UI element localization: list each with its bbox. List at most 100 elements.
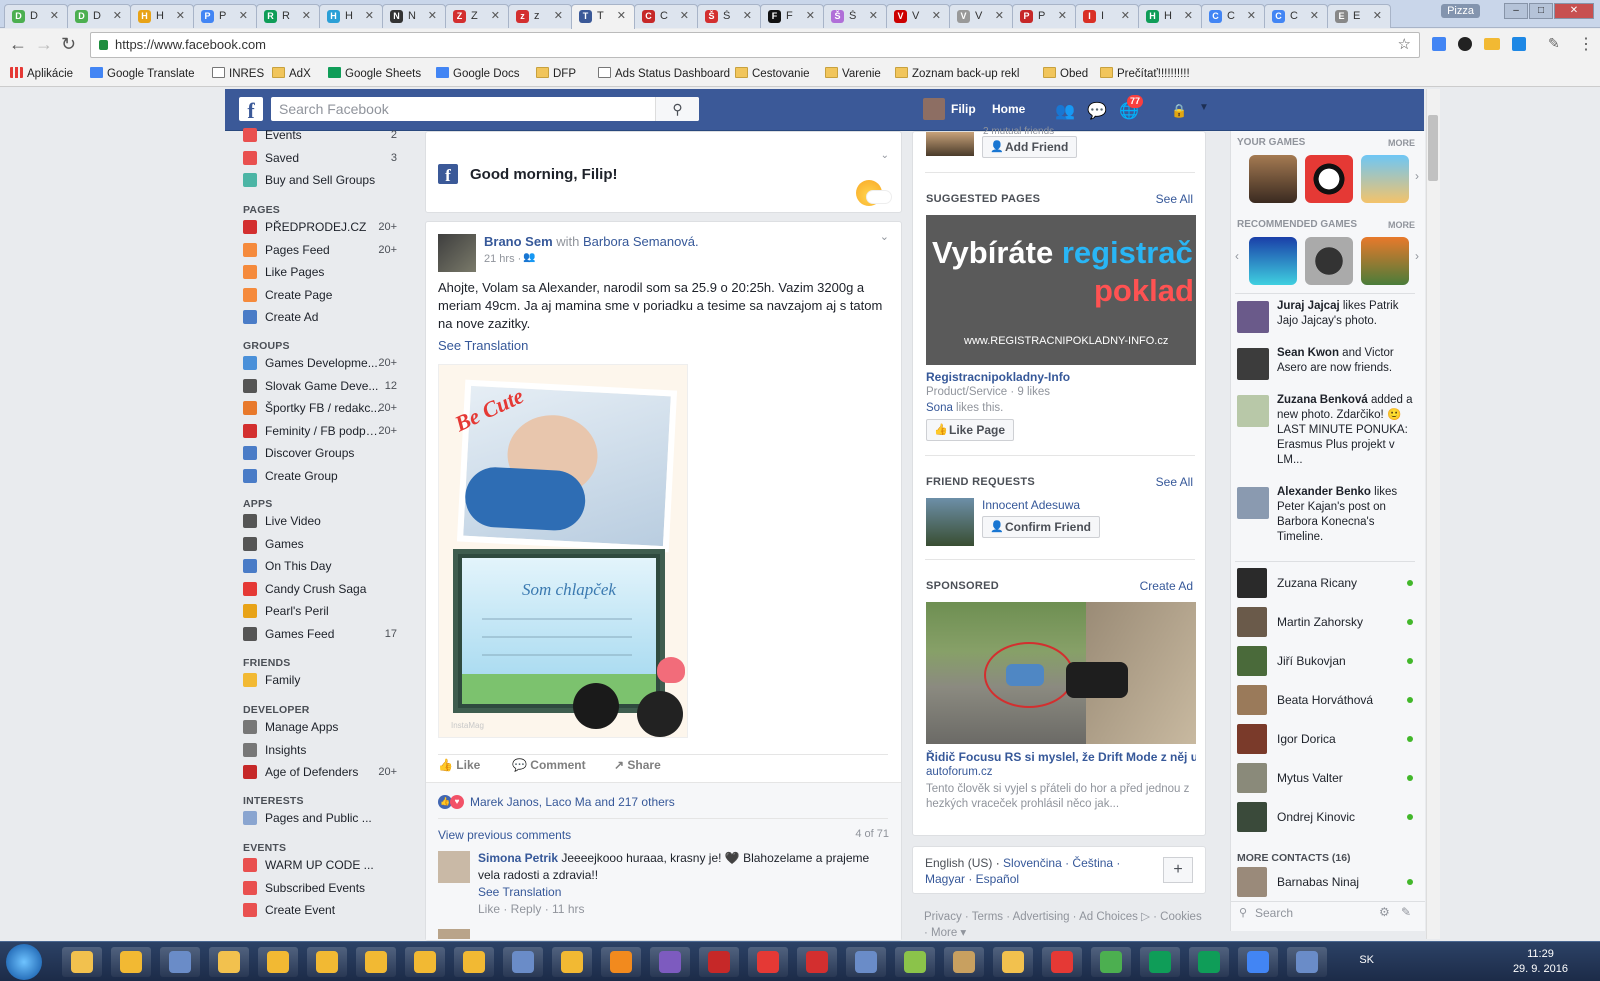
game-icon[interactable]: [1305, 237, 1353, 285]
taskbar-button[interactable]: [454, 947, 494, 977]
browser-tab[interactable]: D D ✕: [4, 4, 68, 28]
address-bar[interactable]: https://www.facebook.com ☆: [90, 32, 1420, 58]
game-icon[interactable]: [1249, 237, 1297, 285]
reload-icon[interactable]: ↻: [61, 35, 76, 53]
bookmark-item[interactable]: Varenie: [825, 67, 881, 80]
nav-item[interactable]: On This Day: [243, 556, 413, 576]
extension-icon[interactable]: [1512, 37, 1526, 51]
sponsored-ad-image[interactable]: [926, 602, 1196, 744]
browser-tab[interactable]: P P ✕: [1012, 4, 1076, 28]
browser-tab[interactable]: H H ✕: [1138, 4, 1202, 28]
browser-tab[interactable]: Š Š ✕: [697, 4, 761, 28]
avatar[interactable]: [926, 498, 974, 546]
sponsored-domain[interactable]: autoforum.cz: [926, 766, 992, 778]
bookmark-item[interactable]: Google Sheets: [328, 67, 421, 80]
taskbar-button[interactable]: [797, 947, 837, 977]
bookmark-item[interactable]: Aplikácie: [10, 67, 73, 80]
browser-tab[interactable]: H H ✕: [319, 4, 383, 28]
maximize-icon[interactable]: □: [1529, 3, 1553, 19]
close-tab-icon[interactable]: ✕: [239, 9, 248, 22]
close-tab-icon[interactable]: ✕: [1373, 9, 1382, 22]
nav-item[interactable]: Create Page: [243, 285, 413, 305]
scrollbar-thumb[interactable]: [1428, 115, 1438, 181]
nav-item[interactable]: Saved 3: [243, 148, 413, 168]
close-tab-icon[interactable]: ✕: [1184, 9, 1193, 22]
taskbar-button[interactable]: [209, 947, 249, 977]
bookmark-item[interactable]: Zoznam back-up rekl: [895, 67, 1019, 80]
nav-item[interactable]: Športky FB / redakc... 20+: [243, 398, 413, 418]
taskbar-button[interactable]: [1140, 947, 1180, 977]
taskbar-button[interactable]: [307, 947, 347, 977]
nav-item[interactable]: Like Pages: [243, 262, 413, 282]
bookmark-item[interactable]: DFP: [536, 67, 576, 80]
see-translation-link[interactable]: See Translation: [438, 338, 528, 353]
close-tab-icon[interactable]: ✕: [806, 9, 815, 22]
star-icon[interactable]: ☆: [1398, 33, 1411, 57]
nav-item[interactable]: Insights: [243, 740, 413, 760]
close-tab-icon[interactable]: ✕: [428, 9, 437, 22]
close-tab-icon[interactable]: ✕: [869, 9, 878, 22]
chat-contact[interactable]: Ondrej Kinovic: [1237, 801, 1417, 833]
avatar[interactable]: [438, 851, 470, 883]
close-tab-icon[interactable]: ✕: [995, 9, 1004, 22]
browser-tab[interactable]: C C ✕: [634, 4, 698, 28]
create-ad-link[interactable]: Create Ad: [1140, 579, 1193, 593]
start-button-icon[interactable]: [6, 944, 42, 980]
compose-icon[interactable]: ✎: [1401, 905, 1411, 919]
nav-item[interactable]: Games Developme... 20+: [243, 353, 413, 373]
game-icon[interactable]: [1361, 155, 1409, 203]
plus-icon[interactable]: +: [1163, 857, 1193, 883]
nav-item[interactable]: Create Ad: [243, 307, 413, 327]
page-scrollbar[interactable]: [1426, 89, 1440, 939]
nav-item[interactable]: Family: [243, 670, 413, 690]
account-menu-icon[interactable]: ▼: [1199, 102, 1209, 113]
taskbar-button[interactable]: [356, 947, 396, 977]
bookmark-item[interactable]: Ads Status Dashboard: [598, 67, 730, 80]
taskbar-button[interactable]: [895, 947, 935, 977]
gear-icon[interactable]: ⚙: [1379, 905, 1390, 919]
clock[interactable]: 11:29 29. 9. 2016: [1513, 947, 1568, 977]
tagged-link[interactable]: Barbora Semanová.: [583, 234, 699, 249]
like-button[interactable]: 👍 Like: [438, 758, 480, 772]
chat-contact[interactable]: Jiří Bukovjan: [1237, 645, 1417, 677]
close-tab-icon[interactable]: ✕: [1247, 9, 1256, 22]
see-all-link[interactable]: See All: [1156, 192, 1193, 206]
close-tab-icon[interactable]: ✕: [932, 9, 941, 22]
taskbar-button[interactable]: [552, 947, 592, 977]
taskbar-button[interactable]: [1287, 947, 1327, 977]
nav-item[interactable]: Events 2: [243, 125, 413, 145]
nav-item[interactable]: WARM UP CODE ...: [243, 855, 413, 875]
comment-button[interactable]: 💬 Comment: [512, 758, 586, 772]
chat-search-input[interactable]: Search: [1255, 906, 1293, 920]
close-window-icon[interactable]: ✕: [1554, 3, 1594, 19]
chevron-down-icon[interactable]: ⌄: [881, 150, 889, 161]
browser-tab[interactable]: N N ✕: [382, 4, 446, 28]
nav-item[interactable]: Age of Defenders 20+: [243, 762, 413, 782]
taskbar-button[interactable]: [699, 947, 739, 977]
chat-contact[interactable]: Mytus Valter: [1237, 762, 1417, 794]
chevron-right-icon[interactable]: ›: [1415, 169, 1419, 183]
close-tab-icon[interactable]: ✕: [491, 9, 500, 22]
close-tab-icon[interactable]: ✕: [365, 9, 374, 22]
browser-tab[interactable]: P P ✕: [193, 4, 257, 28]
close-tab-icon[interactable]: ✕: [113, 9, 122, 22]
browser-tab[interactable]: z z ✕: [508, 4, 572, 28]
close-tab-icon[interactable]: ✕: [554, 9, 563, 22]
nav-item[interactable]: Subscribed Events: [243, 878, 413, 898]
chat-contact[interactable]: Igor Dorica: [1237, 723, 1417, 755]
share-button[interactable]: ↗ Share: [614, 758, 661, 772]
close-tab-icon[interactable]: ✕: [176, 9, 185, 22]
extension-icon[interactable]: [1458, 37, 1472, 51]
game-icon[interactable]: [1249, 155, 1297, 203]
nav-item[interactable]: Pearl's Peril: [243, 601, 413, 621]
messages-icon[interactable]: 💬: [1087, 101, 1107, 121]
more-link[interactable]: MORE: [1388, 220, 1415, 230]
taskbar-button[interactable]: [405, 947, 445, 977]
requester-name-link[interactable]: Innocent Adesuwa: [982, 498, 1080, 512]
profile-badge[interactable]: Pizza: [1441, 4, 1480, 18]
taskbar-button[interactable]: [62, 947, 102, 977]
avatar[interactable]: [923, 98, 945, 120]
home-link[interactable]: Home: [992, 102, 1025, 116]
taskbar-button[interactable]: [1091, 947, 1131, 977]
eyedropper-icon[interactable]: ✎: [1548, 35, 1560, 52]
